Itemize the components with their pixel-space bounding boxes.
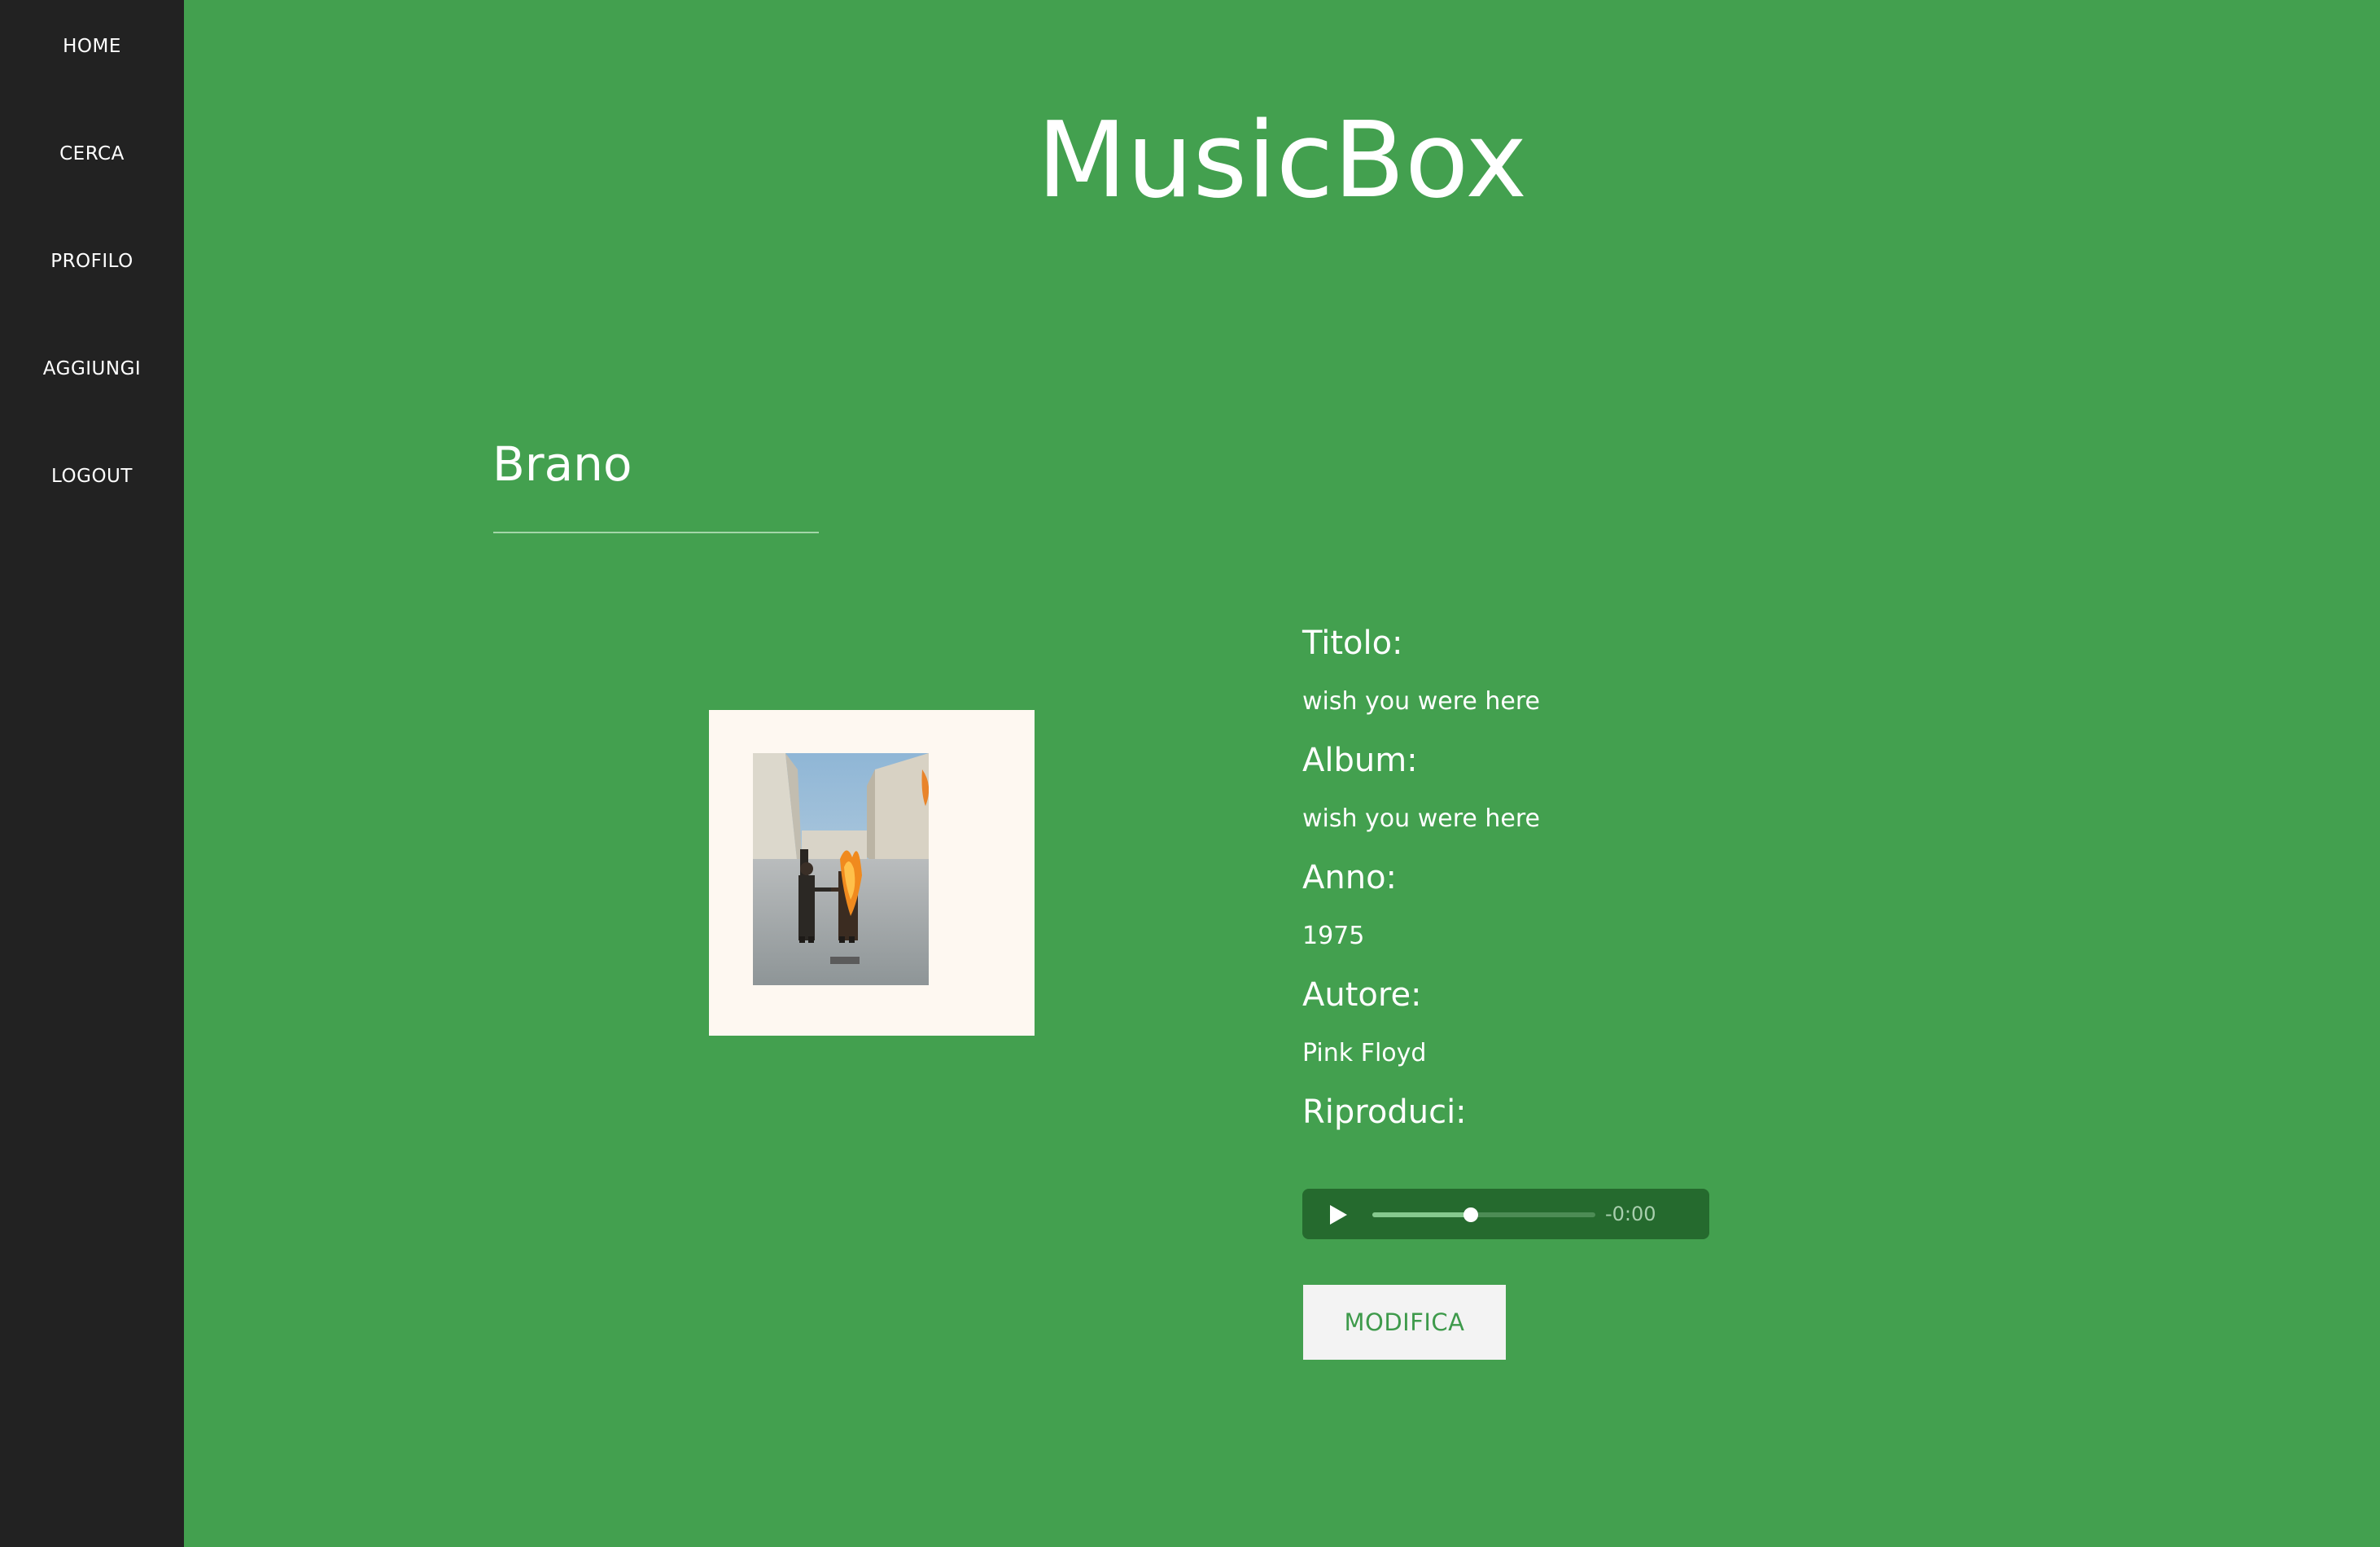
play-icon[interactable] xyxy=(1325,1203,1350,1227)
titolo-label: Titolo: xyxy=(1302,624,1403,662)
riproduci-label: Riproduci: xyxy=(1302,1093,1467,1131)
audio-progress-bar[interactable] xyxy=(1372,1207,1595,1222)
anno-label: Anno: xyxy=(1302,859,1398,896)
section-divider xyxy=(493,532,819,533)
album-label: Album: xyxy=(1302,742,1418,779)
album-cover-frame xyxy=(709,710,1035,1036)
autore-label: Autore: xyxy=(1302,976,1422,1014)
album-value: wish you were here xyxy=(1302,804,1540,833)
audio-progress-fill xyxy=(1372,1212,1471,1217)
audio-time-readout: -0:00 xyxy=(1605,1203,1656,1225)
sidebar-item-cerca[interactable]: CERCA xyxy=(0,138,184,170)
album-cover-image xyxy=(753,753,929,985)
sidebar: HOME CERCA PROFILO AGGIUNGI LOGOUT xyxy=(0,0,184,1547)
sidebar-item-home[interactable]: HOME xyxy=(0,30,184,63)
anno-value: 1975 xyxy=(1302,922,1365,950)
autore-value: Pink Floyd xyxy=(1302,1039,1427,1067)
sidebar-item-logout[interactable]: LOGOUT xyxy=(0,460,184,493)
modifica-button[interactable]: MODIFICA xyxy=(1303,1285,1506,1360)
main-content: MusicBox Brano Titolo: wish you were her… xyxy=(184,0,2380,1547)
audio-progress-handle[interactable] xyxy=(1463,1207,1478,1222)
sidebar-item-profilo[interactable]: PROFILO xyxy=(0,245,184,278)
app-title: MusicBox xyxy=(1036,100,1528,221)
audio-player: -0:00 xyxy=(1302,1189,1709,1239)
section-title: Brano xyxy=(492,436,632,492)
titolo-value: wish you were here xyxy=(1302,687,1540,716)
sidebar-item-aggiungi[interactable]: AGGIUNGI xyxy=(0,353,184,385)
